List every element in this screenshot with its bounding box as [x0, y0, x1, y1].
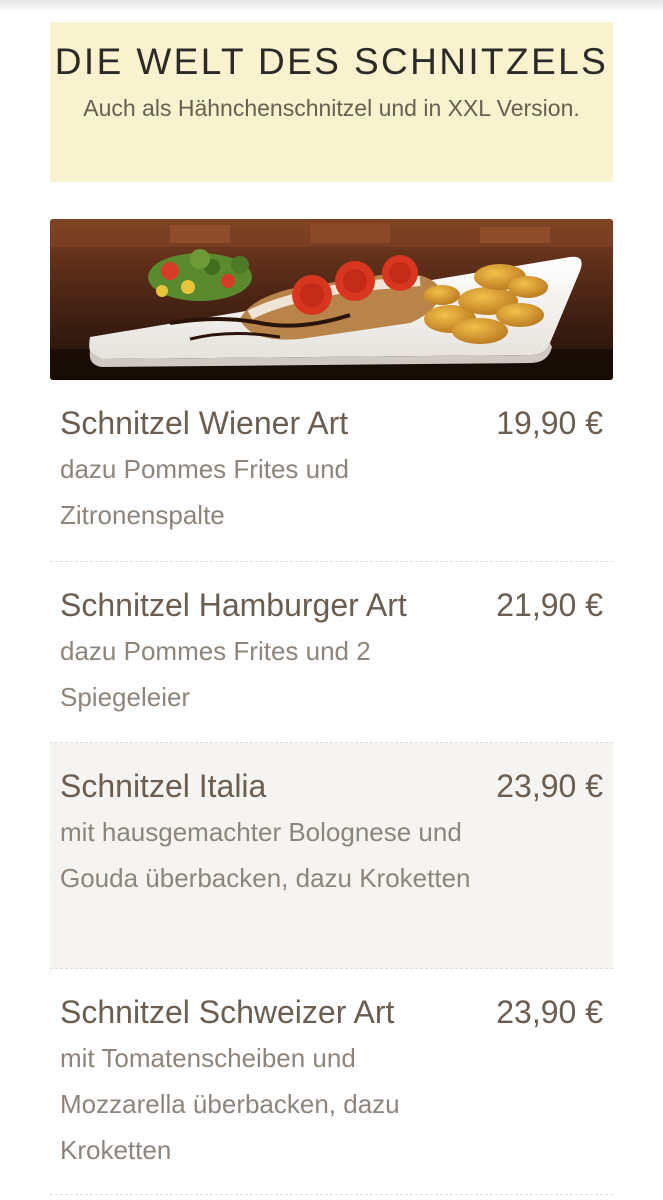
menu-section: DIE WELT DES SCHNITZELS Auch als Hähnche… — [50, 22, 613, 1195]
schnitzel-plate-photo — [50, 219, 613, 380]
menu-item: Schnitzel Schweizer Art 23,90 € mit Toma… — [50, 969, 613, 1195]
menu-item: Schnitzel Italia 23,90 € mit hausgemacht… — [50, 743, 613, 969]
menu-item: Schnitzel Wiener Art 19,90 € dazu Pommes… — [50, 380, 613, 562]
menu-item-price: 23,90 € — [496, 994, 603, 1030]
section-header: DIE WELT DES SCHNITZELS Auch als Hähnche… — [50, 22, 613, 182]
menu-item-description: mit Tomatenscheiben und Mozzarella überb… — [60, 1043, 400, 1165]
menu-item-description: dazu Pommes Frites und Zitronenspalte — [60, 454, 350, 530]
menu-item-price: 21,90 € — [496, 587, 603, 623]
section-subtitle: Auch als Hähnchenschnitzel und in XXL Ve… — [83, 95, 580, 121]
menu-item-price: 23,90 € — [496, 768, 603, 804]
menu-item-description: dazu Pommes Frites und 2 Spiegeleier — [60, 636, 371, 712]
menu-item: Schnitzel Hamburger Art 21,90 € dazu Pom… — [50, 562, 613, 743]
section-title: DIE WELT DES SCHNITZELS — [54, 41, 609, 82]
menu-item-description: mit hausgemachter Bolognese und Gouda üb… — [60, 817, 471, 893]
menu-item-price: 19,90 € — [496, 405, 603, 441]
top-edge-shadow — [0, 0, 663, 12]
